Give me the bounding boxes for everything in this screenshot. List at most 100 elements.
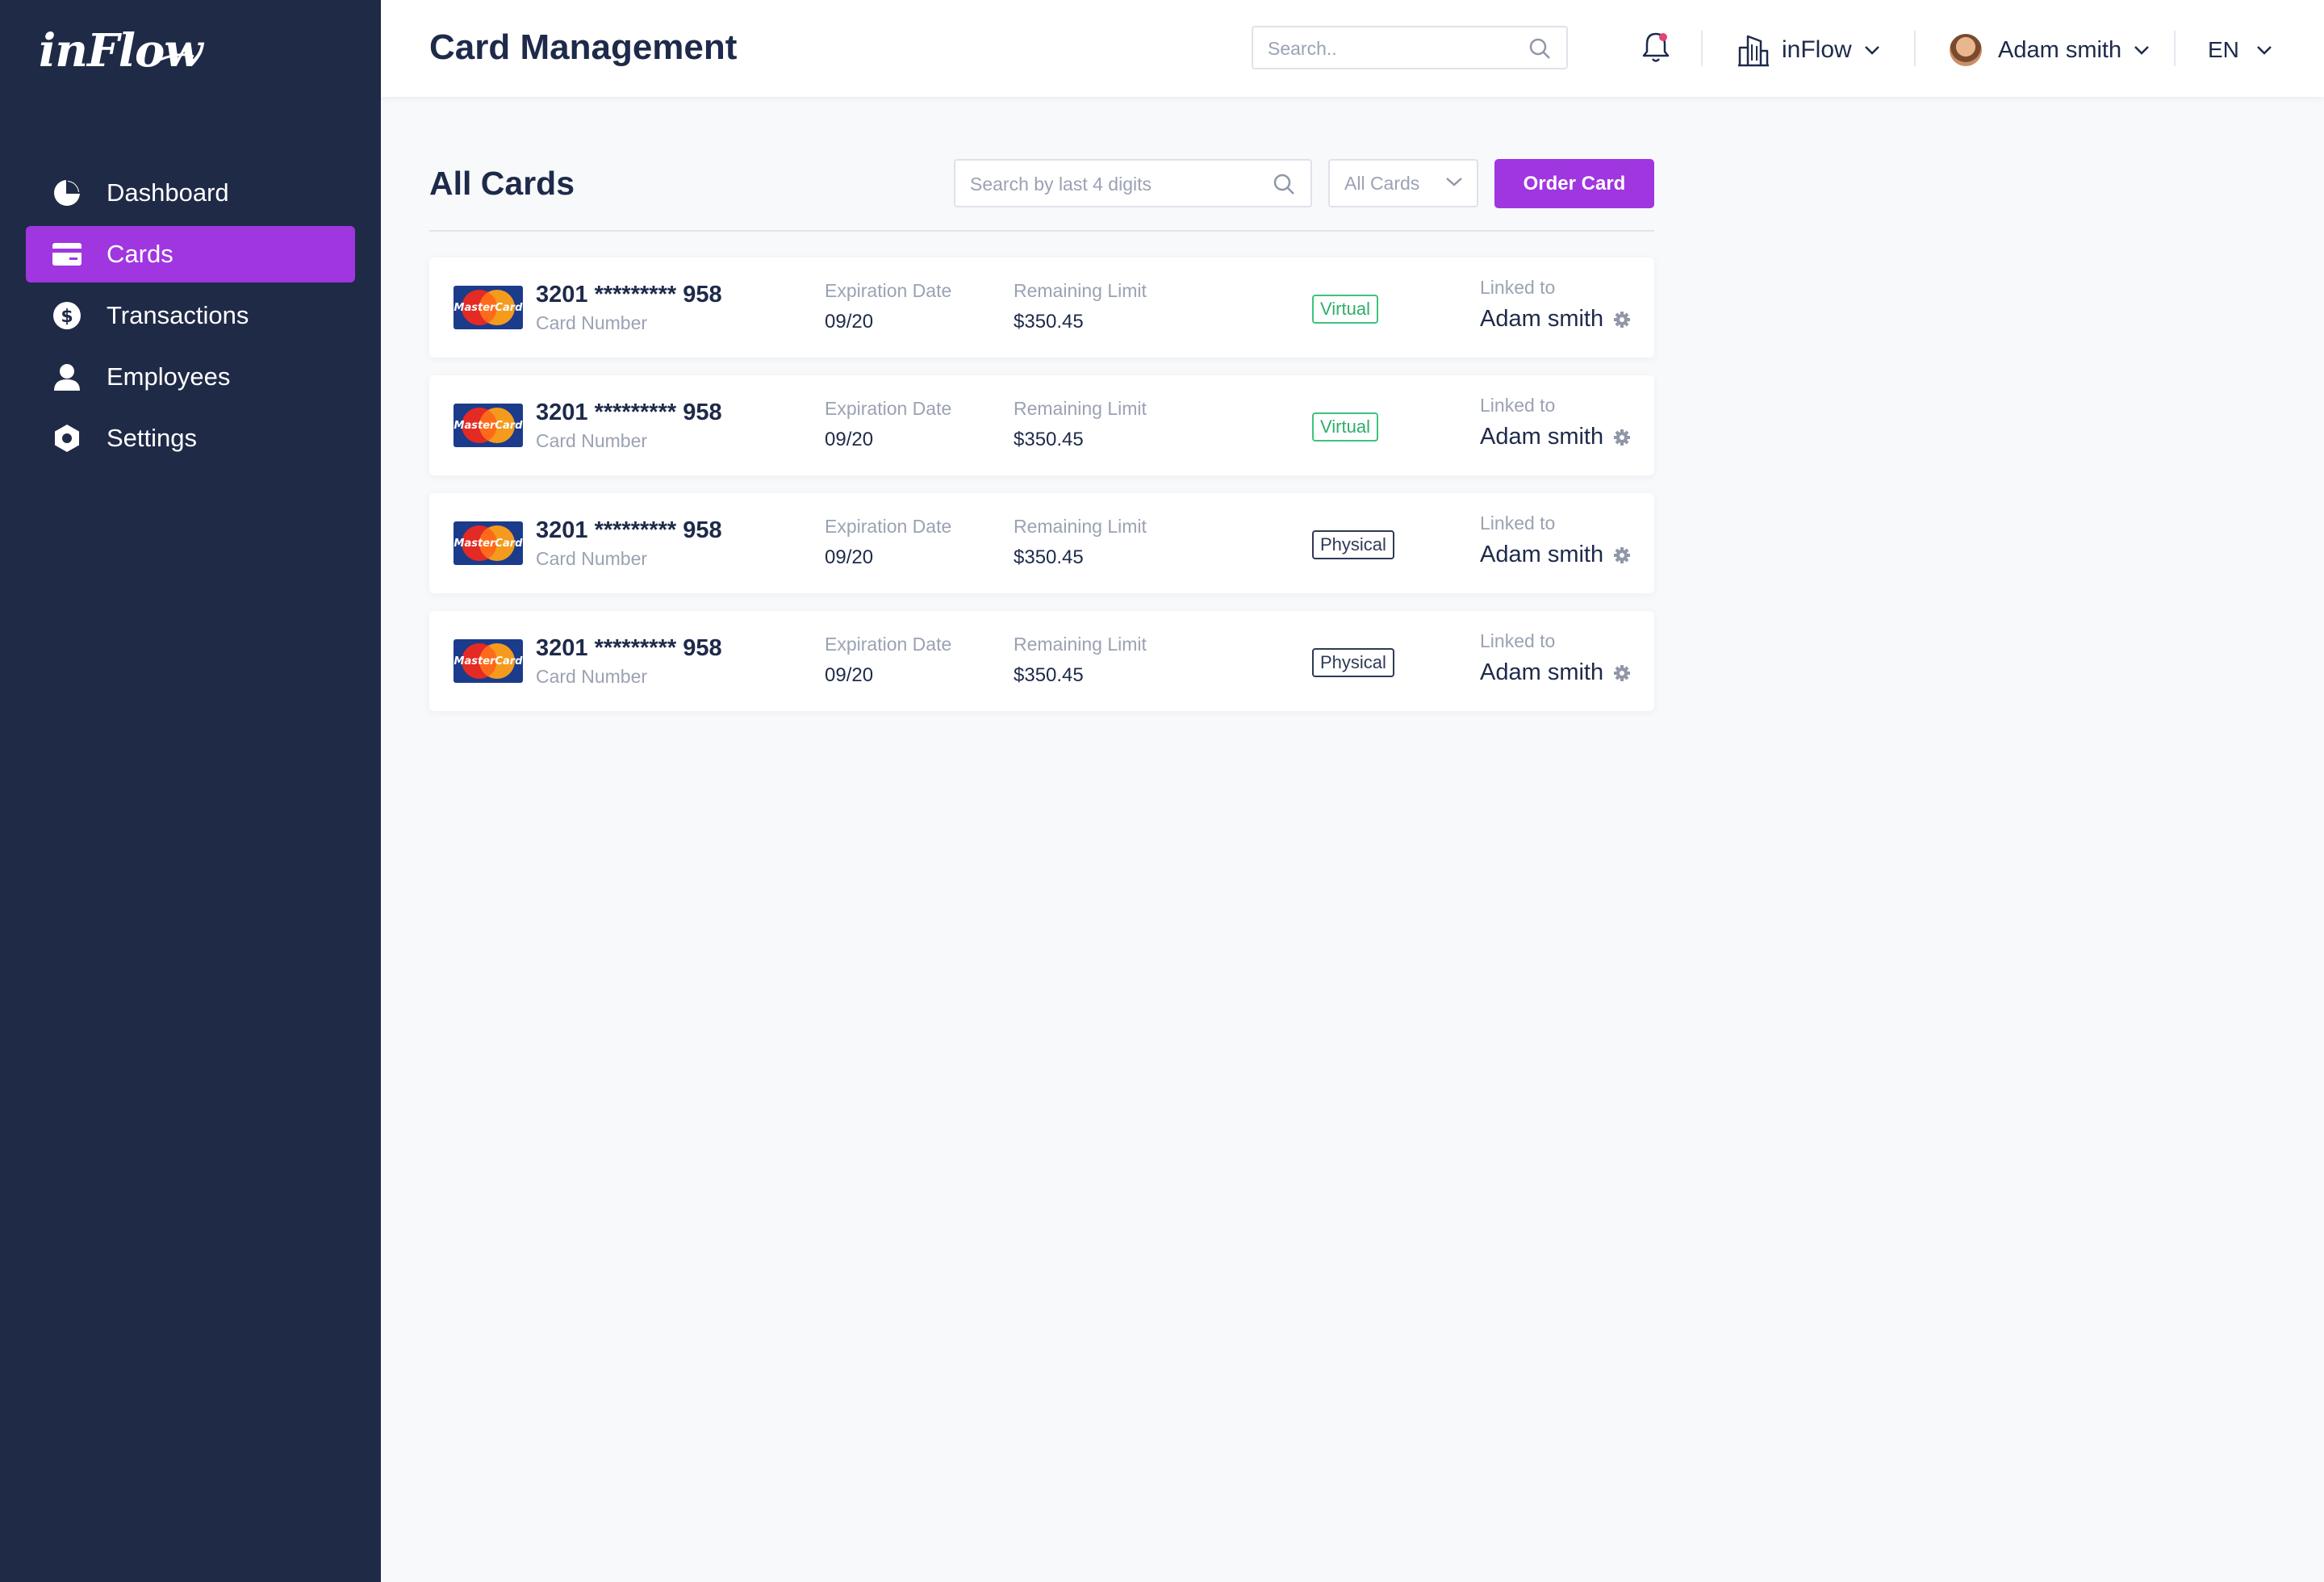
remaining-limit-value: $350.45 [1014, 429, 1084, 450]
linked-to-label: Linked to [1480, 277, 1556, 298]
linked-user-name: Adam smith [1480, 659, 1604, 685]
card-type-badge: Physical [1312, 530, 1394, 559]
linked-to-label: Linked to [1480, 395, 1556, 416]
linked-user: Adam smith [1480, 424, 1631, 450]
sidebar-item-transactions[interactable]: $ Transactions [26, 287, 355, 344]
chevron-down-icon [2134, 46, 2149, 55]
gear-icon[interactable] [1613, 311, 1631, 329]
expiration-label: Expiration Date [825, 280, 952, 301]
chevron-down-icon [1446, 178, 1462, 186]
card-number: 3201 ********* 958 [536, 400, 722, 425]
linked-to-label: Linked to [1480, 630, 1556, 651]
notification-bell-icon[interactable] [1640, 29, 1672, 65]
header-divider [2174, 31, 2176, 66]
sidebar: inFlow Dashboard Cards $ Transactions Em… [0, 0, 381, 1582]
order-card-button[interactable]: Order Card [1494, 159, 1654, 208]
card-search-input[interactable] [955, 161, 1270, 207]
card-row[interactable]: MasterCard 3201 ********* 958 Card Numbe… [429, 257, 1654, 358]
mastercard-logo-icon: MasterCard [454, 286, 523, 329]
card-type-filter[interactable]: All Cards [1328, 159, 1478, 207]
section-divider [429, 230, 1654, 232]
sidebar-item-label: Dashboard [107, 178, 229, 207]
avatar [1950, 34, 1982, 66]
card-number: 3201 ********* 958 [536, 282, 722, 308]
card-brand-text: MasterCard [454, 655, 523, 668]
chevron-down-icon [1864, 46, 1879, 55]
notification-dot [1659, 33, 1667, 41]
sidebar-nav: Dashboard Cards $ Transactions Employees… [26, 165, 355, 471]
gear-icon[interactable] [1613, 546, 1631, 564]
mastercard-logo-icon: MasterCard [454, 639, 523, 683]
card-number: 3201 ********* 958 [536, 635, 722, 661]
card-number-label: Card Number [536, 312, 648, 333]
search-icon[interactable] [1272, 172, 1296, 196]
card-type-badge: Physical [1312, 648, 1394, 677]
card-number: 3201 ********* 958 [536, 517, 722, 543]
dollar-icon: $ [52, 300, 82, 331]
remaining-limit-label: Remaining Limit [1014, 280, 1147, 301]
credit-card-icon [52, 239, 82, 270]
mastercard-logo-icon: MasterCard [454, 404, 523, 447]
chevron-down-icon [2257, 46, 2272, 55]
header-divider [1914, 31, 1916, 66]
expiration-label: Expiration Date [825, 634, 952, 655]
sidebar-item-dashboard[interactable]: Dashboard [26, 165, 355, 221]
mastercard-logo-icon: MasterCard [454, 521, 523, 565]
card-brand-text: MasterCard [454, 538, 523, 550]
header-divider [1701, 31, 1703, 66]
remaining-limit-label: Remaining Limit [1014, 516, 1147, 537]
linked-user: Adam smith [1480, 659, 1631, 686]
expiration-label: Expiration Date [825, 398, 952, 419]
header-search-input[interactable] [1253, 27, 1528, 69]
card-search[interactable] [954, 159, 1312, 207]
expiration-value: 09/20 [825, 311, 874, 333]
expiration-value: 09/20 [825, 664, 874, 686]
user-name: Adam smith [1998, 36, 2122, 63]
gear-icon[interactable] [1613, 664, 1631, 682]
remaining-limit-value: $350.45 [1014, 311, 1084, 333]
linked-user: Adam smith [1480, 306, 1631, 333]
search-icon[interactable] [1528, 36, 1552, 61]
linked-user-name: Adam smith [1480, 306, 1604, 332]
user-menu[interactable]: Adam smith [1950, 29, 2151, 71]
linked-user: Adam smith [1480, 542, 1631, 568]
linked-user-name: Adam smith [1480, 542, 1604, 567]
linked-to-label: Linked to [1480, 513, 1556, 534]
sidebar-item-settings[interactable]: Settings [26, 410, 355, 467]
filter-value: All Cards [1344, 172, 1420, 194]
pie-chart-icon [52, 178, 82, 208]
building-icon [1738, 35, 1769, 67]
card-type-badge: Virtual [1312, 412, 1378, 442]
card-list: MasterCard 3201 ********* 958 Card Numbe… [429, 257, 1654, 729]
remaining-limit-value: $350.45 [1014, 546, 1084, 568]
org-switcher[interactable]: inFlow [1737, 29, 1881, 71]
person-icon [52, 362, 82, 392]
sidebar-item-label: Settings [107, 424, 198, 452]
page-title: Card Management [429, 27, 738, 67]
header-search[interactable] [1252, 26, 1568, 69]
expiration-value: 09/20 [825, 429, 874, 450]
card-brand-text: MasterCard [454, 302, 523, 314]
card-type-badge: Virtual [1312, 295, 1378, 324]
card-brand-text: MasterCard [454, 420, 523, 432]
remaining-limit-value: $350.45 [1014, 664, 1084, 686]
card-number-label: Card Number [536, 548, 648, 569]
sidebar-item-cards[interactable]: Cards [26, 226, 355, 282]
remaining-limit-label: Remaining Limit [1014, 634, 1147, 655]
sidebar-item-label: Transactions [107, 301, 249, 329]
sidebar-item-label: Employees [107, 362, 231, 391]
svg-text:$: $ [61, 307, 73, 327]
sidebar-item-employees[interactable]: Employees [26, 349, 355, 405]
expiration-value: 09/20 [825, 546, 874, 568]
logo-swash-icon [159, 53, 194, 61]
expiration-label: Expiration Date [825, 516, 952, 537]
hexagon-settings-icon [52, 423, 82, 454]
card-row[interactable]: MasterCard 3201 ********* 958 Card Numbe… [429, 375, 1654, 475]
gear-icon[interactable] [1613, 429, 1631, 446]
sidebar-item-label: Cards [107, 240, 173, 268]
linked-user-name: Adam smith [1480, 424, 1604, 450]
language-selector[interactable]: EN [2208, 29, 2273, 71]
card-row[interactable]: MasterCard 3201 ********* 958 Card Numbe… [429, 493, 1654, 593]
language-label: EN [2208, 37, 2239, 62]
card-row[interactable]: MasterCard 3201 ********* 958 Card Numbe… [429, 611, 1654, 711]
